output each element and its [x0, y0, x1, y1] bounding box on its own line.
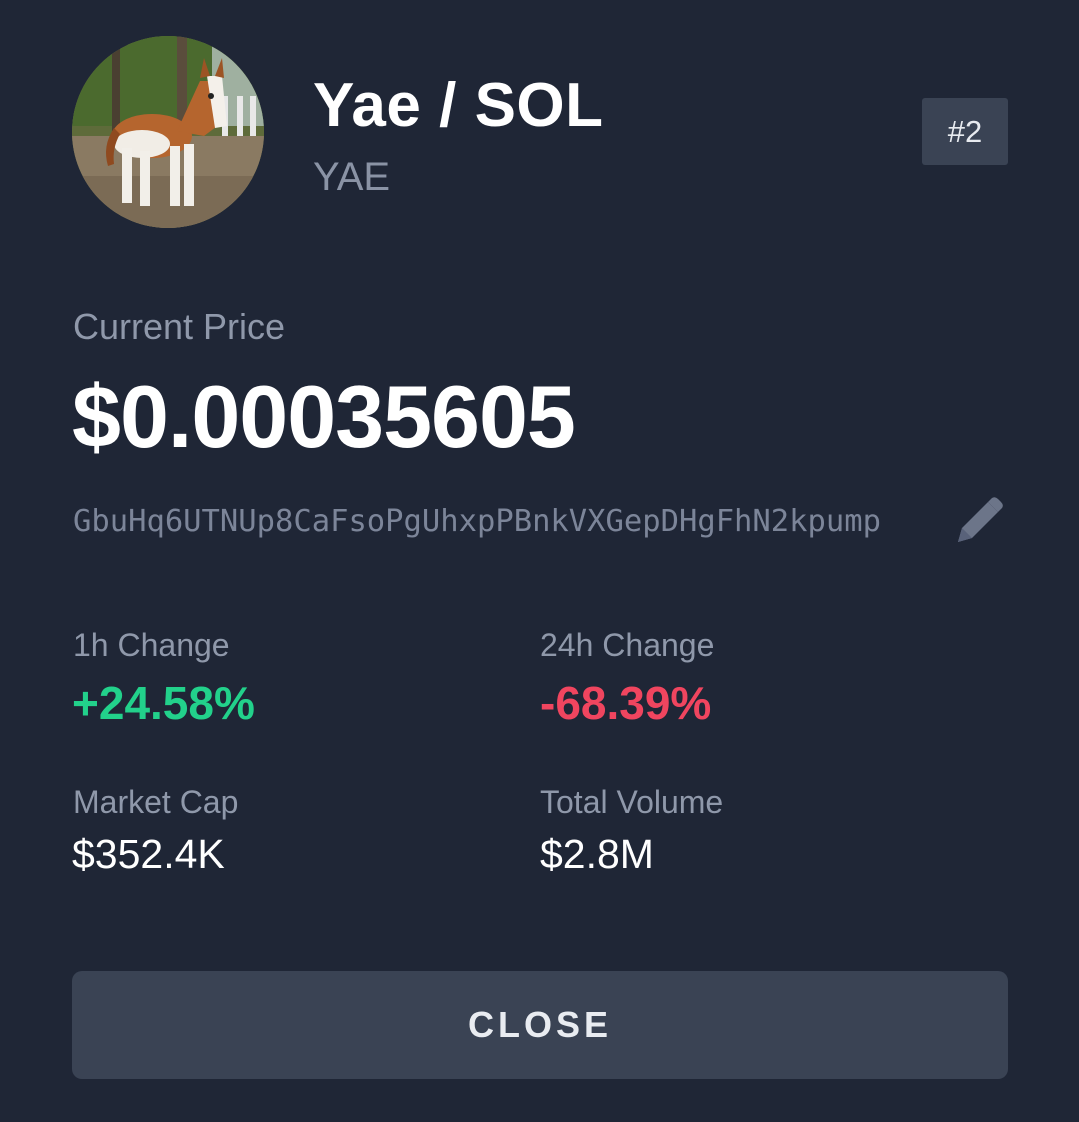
change-1h-label: 1h Change	[73, 627, 230, 663]
token-pair-title: Yae / SOL	[313, 71, 604, 140]
rank-label: #2	[947, 113, 983, 149]
contract-address[interactable]: GbuHq6UTNUp8CaFsoPgUhxpPBnkVXGepDHgFhN2k…	[73, 504, 881, 539]
total-volume-value: $2.8M	[540, 831, 654, 877]
token-avatar	[72, 36, 264, 228]
token-symbol: YAE	[313, 155, 391, 199]
total-volume-label: Total Volume	[540, 784, 724, 820]
change-24h-label: 24h Change	[540, 627, 715, 663]
token-details-card: Yae / SOL YAE #2 Current Price $0.000356…	[0, 0, 1079, 1122]
market-cap-value: $352.4K	[72, 831, 225, 877]
change-1h-value: +24.58%	[72, 677, 255, 729]
pony-image	[72, 36, 264, 228]
market-cap-label: Market Cap	[73, 784, 239, 820]
pencil-icon[interactable]	[948, 492, 1008, 552]
current-price-value: $0.00035605	[72, 367, 576, 466]
close-button[interactable]: CLOSE	[72, 971, 1008, 1079]
current-price-label: Current Price	[73, 306, 286, 347]
change-24h-value: -68.39%	[540, 677, 712, 729]
rank-badge: #2	[922, 98, 1008, 165]
